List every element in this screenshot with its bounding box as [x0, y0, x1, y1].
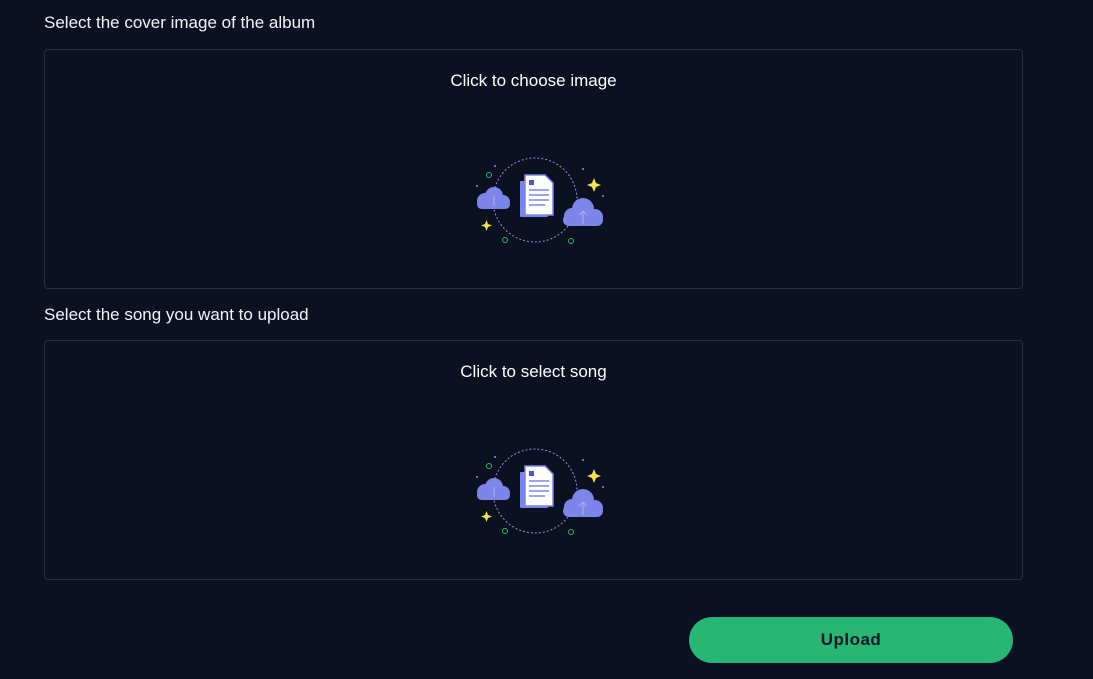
cover-image-dropzone-text: Click to choose image [450, 71, 617, 90]
cloud-upload-document-icon [476, 448, 604, 535]
upload-page: Select the cover image of the album Clic… [0, 0, 1093, 679]
cover-image-dropzone[interactable]: Click to choose image [44, 49, 1023, 289]
cover-image-label: Select the cover image of the album [44, 13, 316, 32]
song-label: Select the song you want to upload [44, 305, 309, 324]
song-dropzone[interactable]: Click to select song [44, 340, 1023, 580]
song-dropzone-text: Click to select song [460, 362, 607, 381]
cloud-upload-document-icon [476, 157, 604, 244]
upload-button[interactable]: Upload [689, 617, 1013, 663]
